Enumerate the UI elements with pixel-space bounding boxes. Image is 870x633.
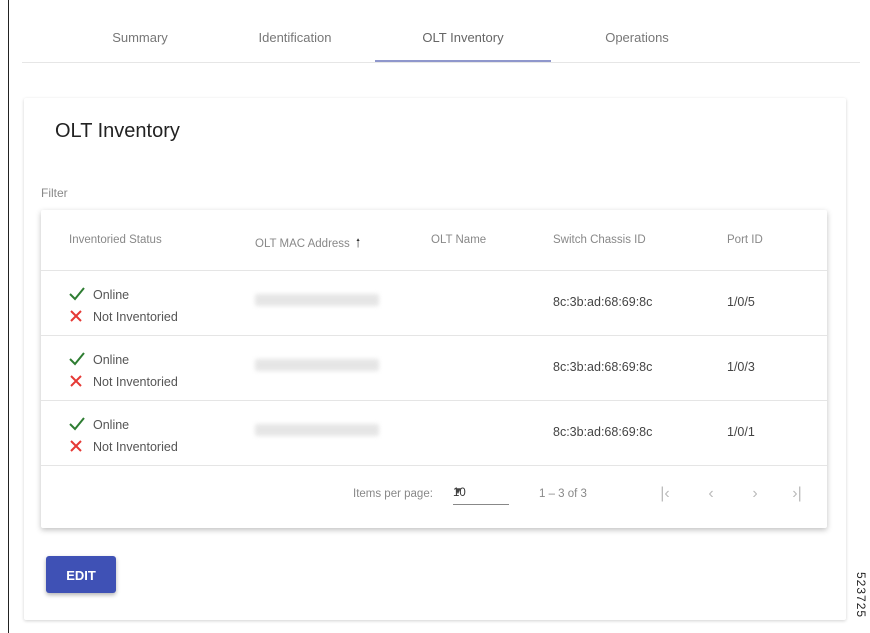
filter-input[interactable]: Filter <box>41 186 68 200</box>
column-header-label: OLT MAC Address <box>255 238 350 250</box>
port-id-cell: 1/0/1 <box>727 425 755 439</box>
tab-identification[interactable]: Identification <box>230 20 360 60</box>
olt-inventory-card: OLT Inventory Filter Inventoried Status … <box>24 98 846 620</box>
items-per-page-label: Items per page: <box>353 488 433 500</box>
status-not-inventoried: Not Inventoried <box>93 310 178 324</box>
paginator: Items per page: 10 ▼ 1 – 3 of 3 |‹ ‹ › ›… <box>41 466 827 528</box>
status-cell: Online Not Inventoried <box>69 349 178 393</box>
column-header-switch-chassis-id[interactable]: Switch Chassis ID <box>553 234 646 246</box>
tab-olt-inventory[interactable]: OLT Inventory <box>375 20 551 60</box>
range-label: 1 – 3 of 3 <box>539 488 587 500</box>
column-header-olt-mac-address[interactable]: OLT MAC Address 🠑 <box>255 234 360 255</box>
card-title: OLT Inventory <box>55 120 180 142</box>
tab-bar: Summary Identification OLT Inventory Ope… <box>22 20 860 63</box>
switch-chassis-id-cell: 8c:3b:ad:68:69:8c <box>553 360 653 374</box>
check-icon <box>69 351 87 369</box>
column-header-port-id[interactable]: Port ID <box>727 234 763 246</box>
close-icon <box>69 309 87 326</box>
next-page-icon[interactable]: › <box>741 480 769 508</box>
port-id-cell: 1/0/5 <box>727 295 755 309</box>
status-online: Online <box>93 288 130 302</box>
table-row[interactable]: Online Not Inventoried 8c:3b:ad:68:69:8c… <box>41 271 827 336</box>
tab-operations[interactable]: Operations <box>577 20 697 60</box>
first-page-icon[interactable]: |‹ <box>651 480 679 508</box>
items-per-page-select[interactable]: 10 ▼ <box>453 484 509 505</box>
status-cell: Online Not Inventoried <box>69 284 178 328</box>
status-cell: Online Not Inventoried <box>69 414 178 458</box>
edit-button[interactable]: EDIT <box>46 556 116 593</box>
olt-mac-address-redacted <box>255 424 379 436</box>
previous-page-icon[interactable]: ‹ <box>697 480 725 508</box>
table-row[interactable]: Online Not Inventoried 8c:3b:ad:68:69:8c… <box>41 336 827 401</box>
column-header-inventoried-status[interactable]: Inventoried Status <box>69 234 162 246</box>
close-icon <box>69 374 87 391</box>
active-tab-indicator <box>375 60 551 62</box>
check-icon <box>69 286 87 304</box>
arrow-up-icon: 🠑 <box>355 236 361 250</box>
tab-summary[interactable]: Summary <box>84 20 196 60</box>
inventory-table: Inventoried Status OLT MAC Address 🠑 OLT … <box>41 210 827 528</box>
close-icon <box>69 439 87 456</box>
chevron-down-icon: ▼ <box>453 486 463 497</box>
last-page-icon[interactable]: ›| <box>783 480 811 508</box>
figure-id: 523725 <box>854 572 868 619</box>
switch-chassis-id-cell: 8c:3b:ad:68:69:8c <box>553 295 653 309</box>
switch-chassis-id-cell: 8c:3b:ad:68:69:8c <box>553 425 653 439</box>
status-online: Online <box>93 353 130 367</box>
status-not-inventoried: Not Inventoried <box>93 375 178 389</box>
check-icon <box>69 416 87 434</box>
olt-mac-address-redacted <box>255 294 379 306</box>
status-online: Online <box>93 418 130 432</box>
status-not-inventoried: Not Inventoried <box>93 440 178 454</box>
table-row[interactable]: Online Not Inventoried 8c:3b:ad:68:69:8c… <box>41 401 827 466</box>
port-id-cell: 1/0/3 <box>727 360 755 374</box>
olt-mac-address-redacted <box>255 359 379 371</box>
column-header-olt-name[interactable]: OLT Name <box>431 234 486 246</box>
